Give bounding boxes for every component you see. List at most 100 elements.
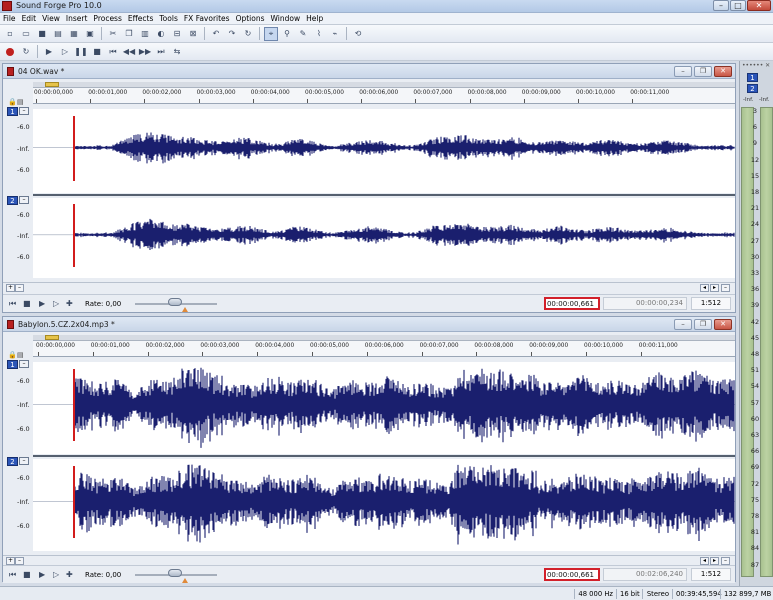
edit-tool-icon[interactable]: ⌖ [264, 26, 278, 41]
rewind-icon[interactable]: ◀◀ [122, 45, 136, 59]
waveform-channel-1[interactable] [33, 109, 735, 193]
playback-rate-thumb[interactable] [168, 298, 182, 306]
go-to-end-icon[interactable]: ⏭ [154, 45, 168, 59]
event-tool-icon[interactable]: ⌁ [328, 27, 342, 41]
playback-cursor[interactable] [73, 466, 75, 539]
delete-icon[interactable]: ⊠ [186, 27, 200, 41]
document-restore-button[interactable]: ❐ [694, 319, 712, 330]
new-file-icon[interactable]: ▫ [3, 27, 17, 41]
play-icon[interactable]: ▷ [58, 45, 72, 59]
play-all-icon[interactable]: ▶ [42, 45, 56, 59]
menu-tools[interactable]: Tools [156, 14, 180, 23]
loop-icon[interactable]: ✚ [66, 570, 73, 579]
scroll-left-button[interactable]: ◂ [700, 284, 709, 292]
document-window-2[interactable]: Babylon.5.CZ.2x04.mp3 * – ❐ ✕ 🔒 ▤ 00:00:00… [2, 316, 736, 583]
stop-icon[interactable]: ■ [23, 299, 31, 308]
mix-icon[interactable]: ◐ [154, 27, 168, 41]
save-icon[interactable]: ■ [35, 27, 49, 41]
envelope-tool-icon[interactable]: ⌇ [312, 27, 326, 41]
menu-fx-favorites[interactable]: FX Favorites [181, 14, 233, 23]
pause-icon[interactable]: ❚❚ [74, 45, 88, 59]
time-ruler[interactable]: 00:00:00,000 00:00:01,000 00:00:02,000 00:0… [33, 82, 735, 104]
play-from-start-icon[interactable]: ▶ [39, 299, 45, 308]
document-restore-button[interactable]: ❐ [694, 66, 712, 77]
channel-1-minimize-button[interactable]: – [19, 107, 29, 115]
document-close-button[interactable]: ✕ [714, 66, 732, 77]
copy-icon[interactable]: ❐ [122, 27, 136, 41]
scroll-right-button[interactable]: ▸ [710, 557, 719, 565]
menu-file[interactable]: File [0, 14, 19, 23]
scroll-zoom-in-button[interactable]: + [6, 284, 15, 292]
minimize-button[interactable]: – [713, 0, 729, 11]
redo-icon[interactable]: ↷ [225, 27, 239, 41]
playback-cursor[interactable] [73, 115, 75, 182]
go-to-start-icon[interactable]: ⏮ [9, 299, 16, 309]
menu-edit[interactable]: Edit [19, 14, 40, 23]
play-icon[interactable]: ▷ [53, 570, 59, 579]
meter-grip[interactable]: •••••• ✕ [742, 62, 770, 69]
document-minimize-button[interactable]: – [674, 319, 692, 330]
document-window-1[interactable]: 04 OK.wav * – ❐ ✕ 🔒 ▤ 00:00:00,000 00:00:01… [2, 63, 736, 313]
channel-1-minimize-button[interactable]: – [19, 360, 29, 368]
menu-window[interactable]: Window [268, 14, 304, 23]
stop-icon[interactable]: ■ [23, 570, 31, 579]
selection-length-field[interactable]: 00:00:00,234 [603, 297, 687, 310]
loop-icon[interactable]: ✚ [66, 299, 73, 308]
record-icon[interactable] [3, 45, 17, 59]
playback-rate-thumb[interactable] [168, 569, 182, 577]
close-button[interactable]: ✕ [747, 0, 771, 11]
menu-effects[interactable]: Effects [125, 14, 157, 23]
scroll-zoom-out-button[interactable]: – [15, 284, 24, 292]
horizontal-scrollbar[interactable]: + – ◂ ▸ – [3, 282, 735, 293]
channel-2-minimize-button[interactable]: – [19, 457, 29, 465]
loop-icon[interactable]: ↻ [19, 45, 33, 59]
selection-length-field[interactable]: 00:02:06,240 [603, 568, 687, 581]
meter-channel-1-badge[interactable]: 1 [747, 73, 758, 82]
waveform-channel-2[interactable] [33, 198, 735, 278]
scroll-right-button[interactable]: ▸ [710, 284, 719, 292]
zoom-ratio-field[interactable]: 1:512 [691, 297, 731, 310]
cursor-position-field[interactable]: 00:00:00,661 [544, 568, 600, 581]
region-marker[interactable] [45, 335, 59, 340]
properties-icon[interactable]: ▣ [83, 27, 97, 41]
undo-icon[interactable]: ↶ [209, 27, 223, 41]
repeat-icon[interactable]: ↻ [241, 27, 255, 41]
go-to-start-icon[interactable]: ⏮ [9, 570, 16, 580]
cut-icon[interactable]: ✂ [106, 27, 120, 41]
menu-process[interactable]: Process [90, 14, 124, 23]
paste-icon[interactable]: ▥ [138, 27, 152, 41]
scroll-end-button[interactable]: – [721, 284, 730, 292]
overview-bar[interactable] [33, 335, 735, 341]
pencil-tool-icon[interactable]: ✎ [296, 27, 310, 41]
document-close-button[interactable]: ✕ [714, 319, 732, 330]
channel-1-badge[interactable]: 1 [7, 360, 18, 369]
channel-2-minimize-button[interactable]: – [19, 196, 29, 204]
trim-icon[interactable]: ⊟ [170, 27, 184, 41]
save-all-icon[interactable]: ▤ [51, 27, 65, 41]
scroll-zoom-in-button[interactable]: + [6, 557, 15, 565]
scroll-zoom-out-button[interactable]: – [15, 557, 24, 565]
channel-1-badge[interactable]: 1 [7, 107, 18, 116]
lock-icon[interactable]: 🔒 [8, 351, 17, 359]
document-minimize-button[interactable]: – [674, 66, 692, 77]
go-to-start-icon[interactable]: ⏮ [106, 45, 120, 59]
forward-icon[interactable]: ▶▶ [138, 45, 152, 59]
ruler-options-icon[interactable]: ▤ [17, 98, 24, 106]
channel-2-badge[interactable]: 2 [7, 457, 18, 466]
document-title-bar[interactable]: 04 OK.wav * – ❐ ✕ [3, 64, 735, 79]
overview-bar[interactable] [33, 82, 735, 88]
stop-icon[interactable]: ■ [90, 45, 104, 59]
menu-options[interactable]: Options [233, 14, 268, 23]
maximize-button[interactable]: □ [730, 0, 746, 11]
ruler-options-icon[interactable]: ▤ [17, 351, 24, 359]
cursor-position-field[interactable]: 00:00:00,661 [544, 297, 600, 310]
menu-help[interactable]: Help [303, 14, 326, 23]
play-icon[interactable]: ▷ [53, 299, 59, 308]
lock-icon[interactable]: 🔒 [8, 98, 17, 106]
scroll-end-button[interactable]: – [721, 557, 730, 565]
meter-channel-2-badge[interactable]: 2 [747, 84, 758, 93]
loop-playback-icon[interactable]: ⇆ [170, 45, 184, 59]
render-icon[interactable]: ▦ [67, 27, 81, 41]
waveform-channel-1[interactable] [33, 362, 735, 454]
menu-insert[interactable]: Insert [63, 14, 91, 23]
